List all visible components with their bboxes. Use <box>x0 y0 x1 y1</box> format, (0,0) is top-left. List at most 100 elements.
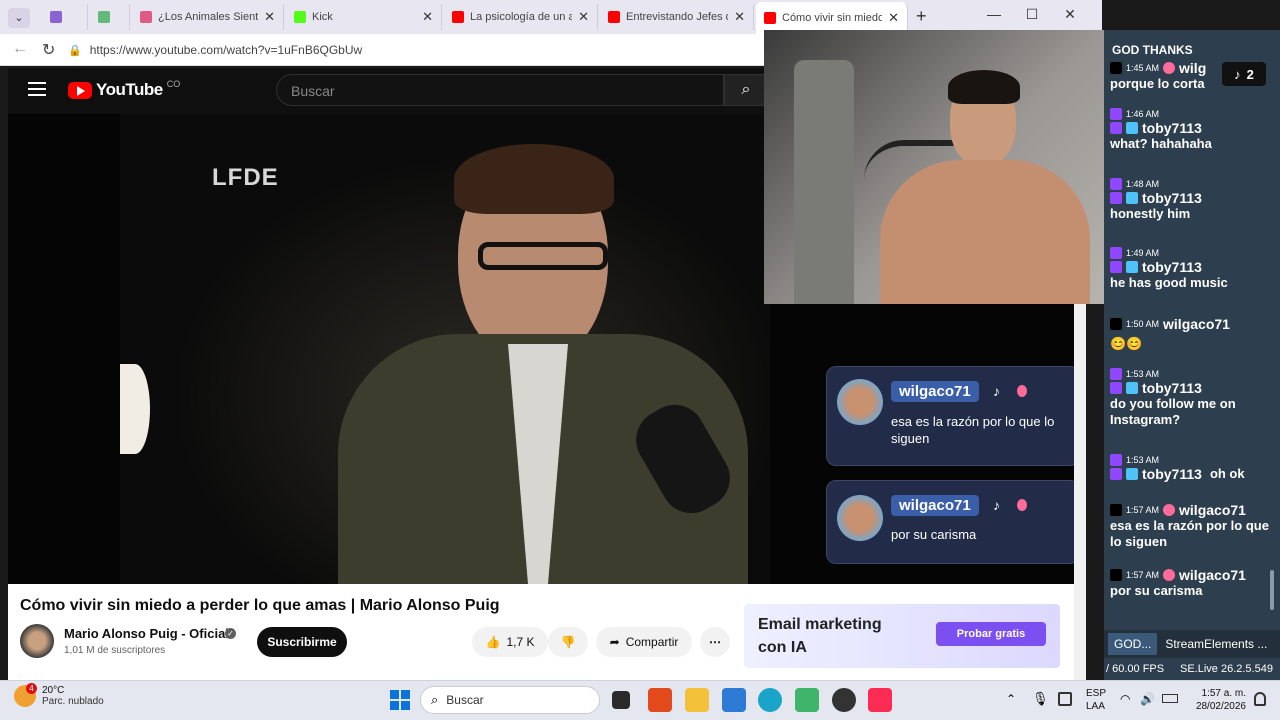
message-user: toby7113 <box>1142 190 1202 206</box>
message-text: por su carisma <box>1110 583 1203 598</box>
tab-psicologia[interactable]: La psicología de un adic ✕ <box>444 4 598 30</box>
volume-icon[interactable]: 🔊 <box>1140 692 1155 706</box>
minimize-button[interactable]: — <box>984 6 1004 22</box>
reload-icon[interactable]: ↻ <box>42 40 55 60</box>
store-icon[interactable] <box>722 688 746 712</box>
wifi-icon[interactable]: ◠ <box>1120 692 1130 706</box>
tab-list-button[interactable]: ⌄ <box>8 8 30 28</box>
tab-animales[interactable]: ¿Los Animales Sienten A ✕ <box>132 4 284 30</box>
subscriber-badge-icon <box>1110 122 1122 134</box>
ad-subtitle: con IA <box>758 639 807 656</box>
message-text: oh ok <box>1209 466 1245 481</box>
message-user: toby7113 <box>1142 259 1202 275</box>
video-title: Cómo vivir sin miedo a perder lo que ama… <box>20 597 500 614</box>
more-options-button[interactable]: ⋯ <box>700 627 730 657</box>
search-input[interactable]: Buscar <box>276 74 724 106</box>
channel-avatar[interactable] <box>20 624 54 658</box>
search-icon[interactable]: ⌕ <box>724 74 768 106</box>
tray-chevron-icon[interactable]: ⌃ <box>1006 692 1016 706</box>
taskbar-search-text: Buscar <box>446 693 484 707</box>
notifications-icon[interactable] <box>1254 692 1266 706</box>
badge-icon <box>1163 504 1176 516</box>
ad-cta-button[interactable]: Probar gratis <box>936 622 1046 646</box>
webcam-feed <box>764 30 1112 304</box>
tab-extension-2[interactable] <box>90 4 130 30</box>
extension-icon <box>98 11 110 23</box>
tab-kick[interactable]: Kick ✕ <box>286 4 442 30</box>
youtube-play-icon <box>68 81 92 99</box>
message-user: wilgaco71 <box>1179 567 1246 583</box>
taskbar-search[interactable]: ⌕ Buscar <box>420 686 600 714</box>
address-bar[interactable]: 🔒 https://www.youtube.com/watch?v=1uFnB6… <box>68 38 768 62</box>
share-button[interactable]: ➦ Compartir <box>596 627 692 657</box>
file-explorer-icon[interactable] <box>685 688 709 712</box>
overlay-card: wilgaco71 ♪ por su carisma <box>826 480 1080 564</box>
tab-entrevistando[interactable]: Entrevistando Jefes de N ✕ <box>600 4 754 30</box>
brave-icon[interactable] <box>648 688 672 712</box>
new-tab-button[interactable]: + <box>916 6 927 27</box>
extension-icon <box>50 11 62 23</box>
microphone-icon[interactable]: 🎙 <box>1032 691 1049 707</box>
menu-icon[interactable] <box>28 82 46 96</box>
subscribe-button[interactable]: Suscribirme <box>257 627 347 657</box>
chat-message: 1:57 AM wilgaco71 esa es la razón por lo … <box>1110 502 1278 550</box>
close-icon[interactable]: ✕ <box>264 9 275 25</box>
twitch-icon <box>1110 247 1122 259</box>
like-button[interactable]: 👍 1,7 K <box>472 627 548 657</box>
chat-message: 1:46 AM toby7113 what? hahahaha <box>1110 108 1278 152</box>
youtube-logo[interactable]: YouTube CO <box>68 79 181 100</box>
back-icon[interactable]: ← <box>12 40 28 58</box>
light-blob <box>120 364 150 454</box>
ad-banner[interactable]: Email marketing con IA Probar gratis <box>744 604 1060 668</box>
message-time: 1:45 AM <box>1126 63 1160 73</box>
temperature: 20°C <box>42 685 65 696</box>
ad-title: Email marketing <box>758 616 882 633</box>
close-icon[interactable]: ✕ <box>578 9 589 25</box>
clock-date: 28/02/2026 <box>1195 701 1246 712</box>
app-icon[interactable] <box>795 688 819 712</box>
streamer-body <box>880 160 1090 304</box>
battery-icon[interactable] <box>1162 694 1178 703</box>
dislike-button[interactable]: 👎 <box>548 627 588 657</box>
chat-scrollbar[interactable] <box>1270 570 1274 610</box>
obs-icon[interactable] <box>832 688 856 712</box>
dock-tab-god[interactable]: GOD... <box>1108 633 1158 655</box>
message-user: toby7113 <box>1142 380 1202 396</box>
message-user: wilgaco71 <box>1179 502 1246 518</box>
maximize-button[interactable]: ☐ <box>1022 6 1042 23</box>
obs-fps: / 60.00 FPS <box>1106 663 1165 675</box>
language-indicator[interactable]: ESP LAA <box>1086 687 1106 713</box>
chat-message: 1:57 AM wilgaco71 por su carisma <box>1110 567 1278 599</box>
channel-name[interactable]: Mario Alonso Puig - Oficial <box>64 626 229 641</box>
tiktok-live-icon[interactable] <box>868 688 892 712</box>
close-window-button[interactable]: ✕ <box>1060 6 1080 23</box>
weather-widget[interactable]: 4 20°C Parc. nublado <box>14 683 104 707</box>
subscriber-badge-icon <box>1110 261 1122 273</box>
message-user: toby7113 <box>1142 466 1202 482</box>
close-icon[interactable]: ✕ <box>888 10 899 26</box>
tray-app-icon[interactable] <box>1058 692 1072 706</box>
message-text: esa es la razón por lo que lo siguen <box>1110 518 1269 549</box>
clock[interactable]: 1:57 a. m. 28/02/2026 <box>1190 687 1246 713</box>
towel <box>794 60 854 304</box>
subscriber-badge-icon <box>1110 382 1122 394</box>
lock-icon: 🔒 <box>68 44 82 57</box>
chat-header: GOD THANKS <box>1112 43 1193 57</box>
twitch-icon <box>1110 178 1122 190</box>
language-code: ESP <box>1086 688 1107 699</box>
prime-badge-icon <box>1126 122 1138 134</box>
tab-label: Entrevistando Jefes de N <box>626 11 728 23</box>
overlay-username: wilgaco71 <box>891 495 979 516</box>
chat-message: 1:45 AM wilg porque lo corta <box>1110 60 1278 92</box>
windows-start-icon[interactable] <box>390 690 410 710</box>
tab-extension-1[interactable] <box>42 4 88 30</box>
youtube-icon <box>608 11 620 23</box>
country-code: CO <box>166 79 181 89</box>
tiktok-icon <box>1110 569 1122 581</box>
edge-icon[interactable] <box>758 688 782 712</box>
prime-badge-icon <box>1126 382 1138 394</box>
dock-tab-streamelements[interactable]: StreamElements ... <box>1161 633 1271 655</box>
task-view-icon[interactable] <box>612 691 630 709</box>
close-icon[interactable]: ✕ <box>422 9 433 25</box>
close-icon[interactable]: ✕ <box>734 9 745 25</box>
